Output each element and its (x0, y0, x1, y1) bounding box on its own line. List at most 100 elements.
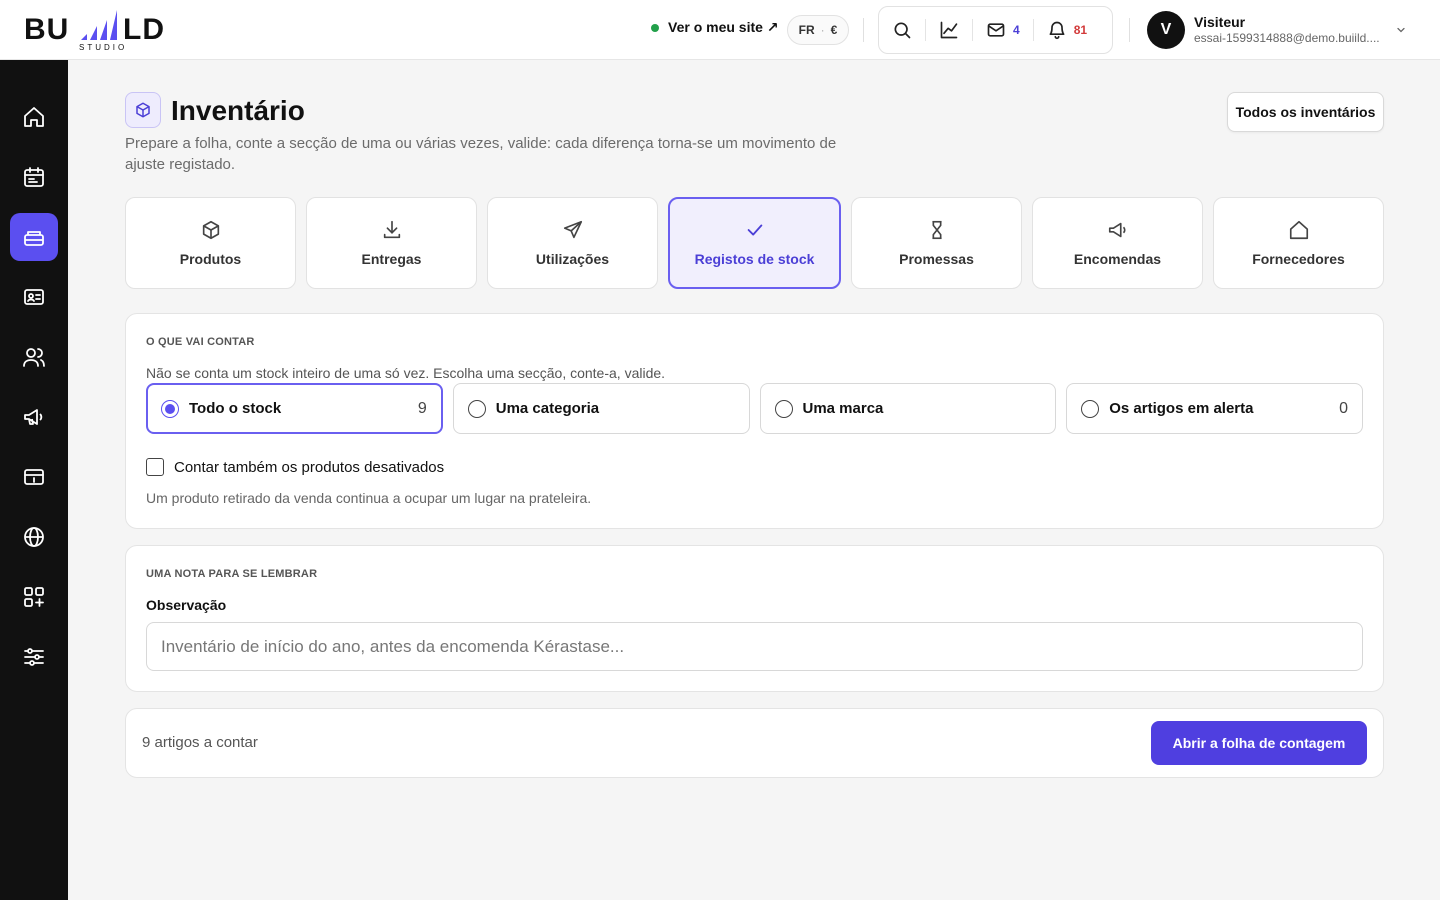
count-scope-card: O QUE VAI CONTAR Não se conta um stock i… (125, 313, 1384, 529)
option-uma-categoria[interactable]: Uma categoria (452, 383, 750, 434)
divider (925, 19, 926, 41)
tab-label: Promessas (899, 251, 974, 267)
inventory-tabs: Produtos Entregas Utilizações Registos d… (125, 197, 1384, 289)
sidebar-item-settings[interactable] (10, 633, 58, 681)
currency-symbol: € (830, 23, 838, 37)
sidebar-item-calendar[interactable] (10, 153, 58, 201)
view-site-link[interactable]: Ver o meu site ↗ (651, 19, 779, 36)
box-icon (136, 102, 150, 118)
note-label: Observação (146, 597, 227, 613)
divider (1032, 19, 1034, 41)
tab-label: Entregas (361, 251, 422, 267)
separator-dot: · (820, 23, 825, 37)
check-icon (747, 224, 762, 236)
page-icon (125, 92, 161, 128)
include-disabled-checkbox[interactable] (146, 458, 164, 476)
mail-icon (987, 23, 1005, 37)
radio-unchecked (1081, 399, 1100, 418)
option-count: 0 (1339, 399, 1348, 417)
contact-card-icon (24, 289, 44, 305)
toolbar: 4 81 (878, 6, 1113, 54)
language-code: FR (798, 23, 815, 37)
option-label: Os artigos em alerta (1109, 400, 1254, 417)
option-todo-o-stock[interactable]: Todo o stock 9 (146, 383, 443, 434)
page-subtitle: Prepare a folha, conte a secção de uma o… (125, 135, 837, 173)
items-to-count-text: 9 artigos a contar (142, 734, 258, 751)
option-count: 9 (417, 399, 427, 417)
option-label: Uma categoria (495, 400, 600, 417)
sidebar-item-payments[interactable] (10, 453, 58, 501)
tab-entregas[interactable]: Entregas (306, 197, 477, 289)
sidebar-item-inventory[interactable] (10, 213, 58, 261)
sidebar-item-marketing[interactable] (10, 393, 58, 441)
view-site-label: Ver o meu site ↗ (668, 19, 779, 35)
svg-text:BU: BU (24, 13, 69, 46)
option-uma-marca[interactable]: Uma marca (759, 383, 1057, 434)
user-email: essai-1599314888@demo.buiild.... (1194, 31, 1380, 45)
tab-promessas[interactable]: Promessas (851, 197, 1022, 289)
megaphone-icon (24, 409, 43, 425)
mail-count-badge: 4 (1013, 23, 1020, 37)
inventory-icon (24, 231, 44, 246)
download-icon (383, 220, 400, 239)
section-eyebrow: UMA NOTA PARA SE LEMBRAR (146, 568, 318, 580)
note-card: UMA NOTA PARA SE LEMBRAR Observação (125, 545, 1384, 692)
sidebar-item-website[interactable] (10, 513, 58, 561)
sidebar-item-contacts[interactable] (10, 273, 58, 321)
chart-icon (940, 21, 958, 39)
home-icon (24, 107, 44, 127)
user-menu[interactable]: V Visiteur essai-1599314888@demo.buiild.… (1147, 10, 1417, 50)
home-icon (1289, 220, 1308, 240)
note-input[interactable] (146, 622, 1363, 671)
include-disabled-checkbox-row[interactable]: Contar também os produtos desativados (146, 458, 444, 476)
svg-text:STUDIO: STUDIO (79, 43, 127, 52)
radio-unchecked (774, 399, 793, 418)
user-info: Visiteur essai-1599314888@demo.buiild...… (1194, 14, 1394, 46)
messages-button[interactable]: 4 (986, 6, 1020, 54)
divider (863, 18, 864, 42)
megaphone-icon (1108, 222, 1126, 238)
divider (1129, 18, 1130, 42)
tab-registos-de-stock[interactable]: Registos de stock (668, 197, 841, 289)
sidebar-item-apps[interactable] (10, 573, 58, 621)
language-currency-selector[interactable]: FR · € (787, 15, 849, 45)
scope-options: Todo o stock 9 Uma categoria Uma marca O… (146, 383, 1363, 434)
tab-fornecedores[interactable]: Fornecedores (1213, 197, 1384, 289)
notification-count-badge: 81 (1073, 23, 1088, 37)
open-count-sheet-button[interactable]: Abrir a folha de contagem (1151, 721, 1367, 765)
tab-produtos[interactable]: Produtos (125, 197, 296, 289)
payment-icon (24, 469, 44, 485)
option-artigos-em-alerta[interactable]: Os artigos em alerta 0 (1066, 383, 1363, 434)
tab-label: Fornecedores (1252, 251, 1345, 267)
search-icon (894, 22, 911, 39)
option-label: Uma marca (802, 400, 884, 417)
users-icon (23, 348, 45, 367)
all-inventories-button[interactable]: Todos os inventários (1227, 92, 1384, 132)
online-status-dot (651, 23, 659, 32)
bell-icon (1049, 21, 1065, 40)
user-name: Visiteur (1194, 14, 1246, 30)
checkbox-help: Um produto retirado da venda continua a … (146, 490, 592, 506)
tab-utilizacoes[interactable]: Utilizações (487, 197, 658, 289)
calendar-icon (24, 167, 44, 187)
tab-encomendas[interactable]: Encomendas (1032, 197, 1203, 289)
radio-unchecked (467, 399, 486, 418)
tab-label: Produtos (179, 251, 242, 267)
avatar: V (1147, 11, 1185, 49)
tab-label: Utilizações (535, 251, 610, 267)
notifications-button[interactable]: 81 (1047, 6, 1087, 54)
sidebar-item-home[interactable] (10, 93, 58, 141)
option-label: Todo o stock (189, 400, 282, 417)
page-title: Inventário (171, 95, 305, 126)
sidebar-item-clients[interactable] (10, 333, 58, 381)
build-studio-logo[interactable]: BU LD STUDIO (24, 8, 184, 52)
search-button[interactable] (892, 6, 912, 54)
stats-button[interactable] (939, 6, 959, 54)
section-hint: Não se conta um stock inteiro de uma só … (146, 365, 666, 381)
top-bar: BU LD STUDIO Ver o meu site ↗ FR · € 4 8… (0, 0, 1440, 60)
settings-sliders-icon (24, 648, 44, 666)
tab-label: Encomendas (1073, 251, 1162, 267)
radio-checked (161, 399, 179, 418)
hourglass-icon (931, 220, 942, 240)
section-eyebrow: O QUE VAI CONTAR (146, 336, 255, 348)
